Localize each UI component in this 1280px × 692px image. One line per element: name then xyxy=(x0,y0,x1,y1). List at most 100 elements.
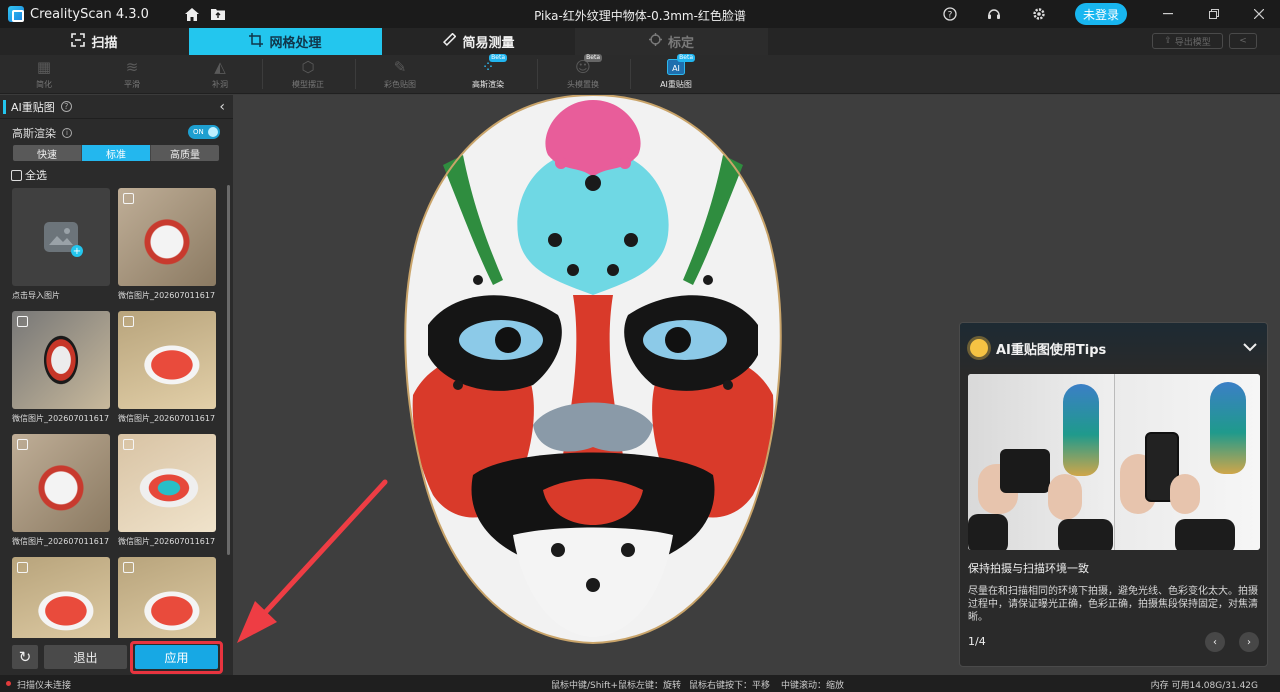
tips-illustration xyxy=(968,374,1260,550)
photo-tile[interactable]: 微信图片_2026070116171... xyxy=(118,188,216,301)
select-all-checkbox[interactable]: 全选 xyxy=(11,167,47,183)
ruler-icon xyxy=(442,32,457,51)
beta-badge: Beta xyxy=(677,54,695,62)
photo-thumb[interactable] xyxy=(12,557,110,638)
support-headset-icon[interactable] xyxy=(986,6,1002,22)
export-model-button[interactable]: ⇪ 导出模型 xyxy=(1152,33,1223,49)
collapse-chevron-left-icon[interactable]: ‹ xyxy=(219,99,225,115)
hand xyxy=(1048,474,1082,520)
photo-thumb[interactable] xyxy=(118,434,216,532)
gaussian-render-label: 高斯渲染 xyxy=(12,127,56,140)
tool-gaussian-render[interactable]: ⁘ Beta 高斯渲染 xyxy=(458,54,518,93)
connection-status-dot xyxy=(6,681,11,686)
tile-checkbox[interactable] xyxy=(17,562,28,573)
photo-tile[interactable] xyxy=(118,557,216,638)
settings-gear-icon[interactable] xyxy=(1031,6,1047,22)
panel-scrollbar[interactable] xyxy=(227,185,230,555)
checkbox[interactable] xyxy=(11,169,22,181)
import-thumb[interactable]: + xyxy=(12,188,110,286)
photo-tile[interactable]: 微信图片_2026070116171... xyxy=(118,311,216,424)
info-icon[interactable]: i xyxy=(62,128,72,138)
tool-ai-retexture-label: AI重贴图 xyxy=(660,80,692,89)
lightbulb-sun-icon xyxy=(970,339,988,357)
status-bar: 扫描仪未连接 鼠标中键/Shift+鼠标左键：旋转 鼠标右键按下：平移 中键滚动… xyxy=(0,675,1280,692)
share-button[interactable]: < xyxy=(1229,33,1257,49)
tips-header: AI重贴图使用Tips xyxy=(960,323,1267,373)
tips-next-button[interactable]: › xyxy=(1239,632,1259,652)
tab-calibrate[interactable]: 标定 xyxy=(575,28,768,55)
tile-caption: 微信图片_2026070116171... xyxy=(12,537,110,546)
mesh-tool-strip: ▦ 简化 ≋ 平滑 ◭ 补洞 ⬡ 模型摆正 ✎ 彩色贴图 ⁘ Beta 高斯渲染 … xyxy=(0,54,1280,94)
photo-thumb[interactable] xyxy=(118,188,216,286)
connection-status: 扫描仪未连接 xyxy=(17,681,72,691)
tile-caption: 微信图片_2026070116171... xyxy=(12,414,110,423)
app-logo-icon xyxy=(8,6,24,22)
exit-button[interactable]: 退出 xyxy=(44,645,127,669)
import-image-tile[interactable]: + 点击导入图片 xyxy=(12,188,110,301)
svg-text:?: ? xyxy=(948,11,953,21)
photo-thumb[interactable] xyxy=(12,311,110,409)
hint-zoom: 中键滚动：缩放 xyxy=(781,681,845,691)
tab-scan[interactable]: 扫描 xyxy=(0,28,189,55)
calibrate-icon xyxy=(648,33,662,50)
photo-tile[interactable]: 微信图片_2026070116171... xyxy=(118,434,216,547)
tips-subtitle: 保持拍摄与扫描环境一致 xyxy=(968,562,1089,575)
tile-checkbox[interactable] xyxy=(123,439,134,450)
tab-mesh-processing[interactable]: 网格处理 xyxy=(189,28,382,55)
tile-checkbox[interactable] xyxy=(17,316,28,327)
smooth-icon: ≋ xyxy=(125,58,139,76)
head-swap-icon: ☺ Beta xyxy=(575,54,602,76)
accent-bar xyxy=(3,99,6,114)
tool-ai-retexture[interactable]: AI Beta AI重贴图 xyxy=(646,54,706,93)
export-label: 导出模型 xyxy=(1174,37,1211,48)
tab-simple-measure[interactable]: 简易测量 xyxy=(382,28,575,55)
close-icon[interactable] xyxy=(1251,6,1267,22)
help-icon[interactable]: ? xyxy=(942,6,958,22)
photo-thumb[interactable] xyxy=(118,557,216,638)
maximize-icon[interactable] xyxy=(1206,6,1222,22)
tile-caption: 点击导入图片 xyxy=(12,291,60,300)
gaussian-render-toggle[interactable]: ON xyxy=(188,125,220,139)
tool-smooth[interactable]: ≋ 平滑 xyxy=(102,57,162,93)
question-icon[interactable]: ? xyxy=(60,101,72,112)
quality-standard[interactable]: 标准 xyxy=(82,145,151,161)
tab-scan-label: 扫描 xyxy=(91,36,118,51)
refresh-button[interactable]: ↻ xyxy=(12,645,38,669)
tile-checkbox[interactable] xyxy=(123,562,134,573)
tool-fill-holes[interactable]: ◭ 补洞 xyxy=(190,57,250,93)
tool-simplify[interactable]: ▦ 简化 xyxy=(14,57,74,93)
toggle-knob xyxy=(208,127,218,137)
photo-thumb[interactable] xyxy=(12,434,110,532)
photo-thumb[interactable] xyxy=(118,311,216,409)
tool-color-texture[interactable]: ✎ 彩色贴图 xyxy=(370,57,430,93)
tips-title: AI重贴图使用Tips xyxy=(996,342,1107,358)
quality-fast[interactable]: 快速 xyxy=(13,145,82,161)
panel-header: AI重贴图 ? ‹ xyxy=(0,95,233,119)
ai-retexture-icon: AI Beta xyxy=(666,54,695,77)
login-button[interactable]: 未登录 xyxy=(1075,3,1127,25)
tool-divider xyxy=(262,59,263,89)
window-title: Pika-红外纹理中物体-0.3mm-红色脸谱 xyxy=(534,9,746,23)
minimize-icon[interactable] xyxy=(1160,6,1176,22)
tool-model-align[interactable]: ⬡ 模型摆正 xyxy=(278,57,338,93)
tips-prev-button[interactable]: ‹ xyxy=(1205,632,1225,652)
photo-tile[interactable]: 微信图片_2026070116171... xyxy=(12,311,110,424)
folder-icon[interactable] xyxy=(210,6,226,22)
quality-segmented-control: 快速 标准 高质量 xyxy=(13,145,219,161)
tool-smooth-label: 平滑 xyxy=(124,80,140,89)
quality-high[interactable]: 高质量 xyxy=(151,145,219,161)
tool-head-swap[interactable]: ☺ Beta 头模置换 xyxy=(553,54,613,93)
tile-checkbox[interactable] xyxy=(123,316,134,327)
home-icon[interactable] xyxy=(184,6,200,22)
tool-head-swap-label: 头模置换 xyxy=(567,80,599,89)
photo-tile[interactable] xyxy=(12,557,110,638)
tile-checkbox[interactable] xyxy=(123,193,134,204)
apply-highlight-box xyxy=(130,641,223,674)
photo-tile[interactable]: 微信图片_2026070116171... xyxy=(12,434,110,547)
gaussian-dots-icon: ⁘ Beta xyxy=(481,54,507,76)
tile-caption: 微信图片_2026070116171... xyxy=(118,537,216,546)
tile-checkbox[interactable] xyxy=(17,439,28,450)
chevron-down-icon[interactable] xyxy=(1243,337,1257,356)
camera-device xyxy=(1000,449,1050,493)
ai-retexture-panel: AI重贴图 ? ‹ 高斯渲染 i ON 快速 标准 高质量 全选 + 点击导入图… xyxy=(0,95,233,675)
